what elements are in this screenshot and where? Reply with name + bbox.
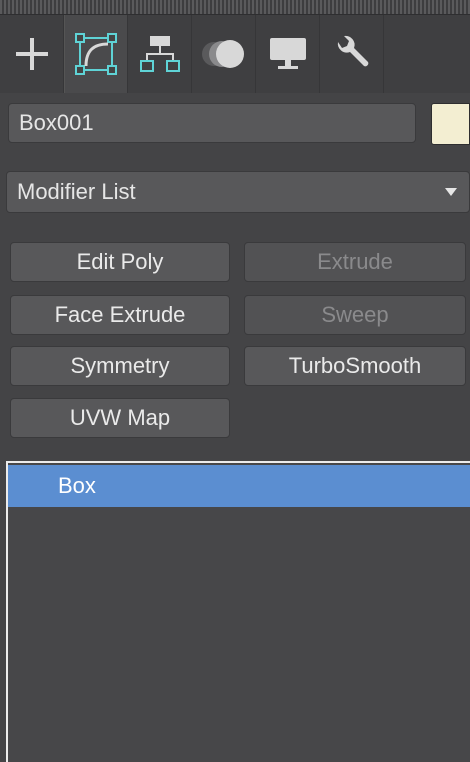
extrude-button[interactable]: Extrude (244, 242, 466, 282)
modifier-list-dropdown[interactable]: Modifier List (6, 171, 470, 213)
panel-grip[interactable] (0, 0, 470, 15)
tab-motion[interactable] (192, 15, 256, 93)
tab-display[interactable] (256, 15, 320, 93)
tab-utilities[interactable] (320, 15, 384, 93)
sweep-button[interactable]: Sweep (244, 295, 466, 335)
stack-item-box[interactable]: Box (8, 465, 470, 507)
motion-icon (201, 40, 244, 68)
plus-icon (15, 38, 48, 70)
modify-curve-icon (75, 33, 117, 75)
modifier-stack: Box (6, 461, 470, 762)
display-monitor-icon (269, 38, 306, 69)
object-color-swatch[interactable] (431, 103, 470, 145)
face-extrude-button[interactable]: Face Extrude (10, 295, 230, 335)
modifier-list-label: Modifier List (17, 179, 136, 204)
tab-modify[interactable] (64, 15, 128, 93)
uvw-map-button[interactable]: UVW Map (10, 398, 230, 438)
chevron-down-icon (445, 188, 457, 196)
tab-create[interactable] (0, 15, 64, 93)
object-name-input[interactable]: Box001 (8, 103, 416, 143)
wrench-icon (337, 35, 368, 67)
command-panel-tabs (0, 15, 470, 93)
tab-overflow (384, 15, 470, 93)
command-panel: Box001 Modifier List Edit Poly Extrude F… (0, 0, 470, 762)
hierarchy-icon (139, 36, 180, 72)
symmetry-button[interactable]: Symmetry (10, 346, 230, 386)
turbosmooth-button[interactable]: TurboSmooth (244, 346, 466, 386)
tab-hierarchy[interactable] (128, 15, 192, 93)
edit-poly-button[interactable]: Edit Poly (10, 242, 230, 282)
